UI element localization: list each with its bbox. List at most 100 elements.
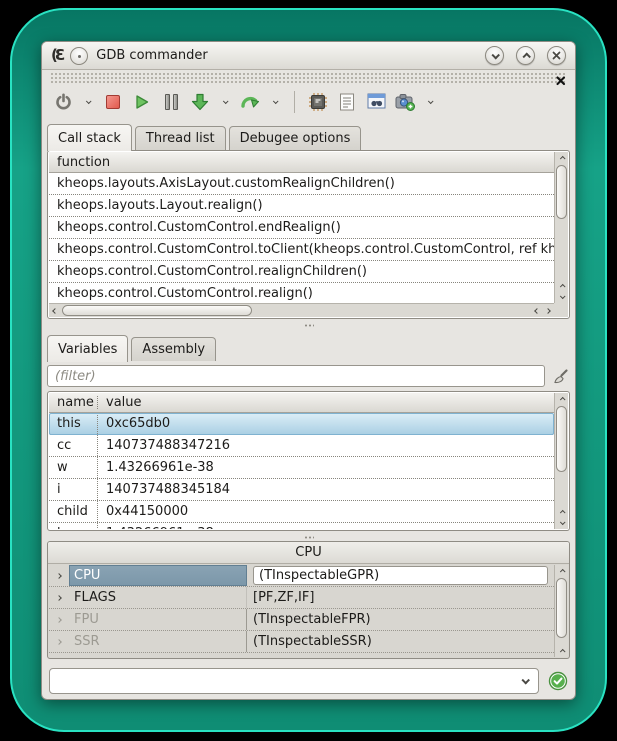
expand-chevron-icon[interactable]: [49, 587, 69, 608]
title-bar[interactable]: (Ɛ GDB commander: [42, 42, 575, 70]
power-button[interactable]: [53, 92, 73, 112]
variable-row-cc[interactable]: cc 140737488347216: [49, 435, 554, 457]
step-into-dropdown[interactable]: [219, 92, 231, 112]
register-group-name: FLAGS: [69, 587, 247, 608]
stack-frame-row[interactable]: kheops.layouts.AxisLayout.customRealignC…: [49, 173, 554, 195]
register-row-flags[interactable]: FLAGS [PF,ZF,IF]: [49, 587, 554, 609]
scroll-up-stepper[interactable]: [555, 565, 568, 577]
variable-value: 0xc65db0: [97, 413, 554, 434]
variables-vertical-scrollbar[interactable]: [554, 393, 568, 529]
register-value: (TInspectableSSR): [247, 631, 554, 652]
dock-close-button[interactable]: [555, 71, 567, 83]
maximize-button[interactable]: [516, 46, 535, 65]
cpu-inspector-button[interactable]: [308, 92, 328, 112]
variables-list: name value this 0xc65db0 cc 140737488347…: [49, 393, 554, 529]
horizontal-splitter[interactable]: [42, 531, 575, 541]
variable-name: this: [49, 413, 97, 434]
variable-row-b[interactable]: b 1.43266961e-38: [49, 523, 554, 529]
run-button[interactable]: [132, 92, 152, 112]
step-over-button[interactable]: [240, 92, 260, 112]
scrollbar-thumb[interactable]: [556, 406, 567, 472]
callstack-horizontal-scrollbar[interactable]: [49, 303, 554, 317]
variable-row-w[interactable]: w 1.43266961e-38: [49, 457, 554, 479]
filter-input[interactable]: [47, 365, 545, 387]
clear-filter-button[interactable]: [550, 366, 570, 386]
scroll-right-stepper[interactable]: [542, 304, 554, 317]
step-into-button[interactable]: [190, 92, 210, 112]
variable-name: i: [49, 479, 97, 500]
variables-panel: name value this 0xc65db0 cc 140737488347…: [47, 391, 570, 531]
close-button[interactable]: [547, 46, 566, 65]
cpu-registers-panel: CPU CPU FLAGS [PF,ZF,IF] FPU (TInspectab…: [47, 541, 570, 659]
send-command-button[interactable]: [547, 671, 568, 692]
tab-debugee-options[interactable]: Debugee options: [229, 126, 362, 150]
step-into-icon: [190, 92, 210, 112]
register-row-ssr[interactable]: SSR (TInspectableSSR): [49, 631, 554, 653]
stack-frame-row[interactable]: kheops.control.CustomControl.realignChil…: [49, 261, 554, 283]
scrollbar-thumb[interactable]: [556, 578, 567, 638]
command-input[interactable]: [50, 669, 512, 693]
variable-value: 140737488347216: [97, 435, 554, 456]
variables-column-header[interactable]: name value: [49, 393, 554, 413]
messages-button[interactable]: [337, 92, 357, 112]
watch-window-button[interactable]: [366, 92, 386, 112]
register-group-name: CPU: [69, 565, 247, 586]
scroll-up-stepper[interactable]: [555, 645, 568, 657]
register-value-editor[interactable]: [253, 566, 548, 585]
message-list-icon: [339, 93, 355, 111]
stack-frame-row[interactable]: kheops.layouts.Layout.realign(): [49, 195, 554, 217]
tab-call-stack[interactable]: Call stack: [47, 124, 132, 151]
callstack-vertical-scrollbar[interactable]: [554, 152, 568, 303]
pause-icon: [165, 94, 178, 110]
scroll-up-stepper[interactable]: [555, 393, 568, 405]
scrollbar-thumb[interactable]: [556, 165, 567, 219]
stop-icon: [106, 95, 120, 109]
callstack-column-header[interactable]: function: [49, 152, 554, 173]
expand-chevron-icon[interactable]: [49, 609, 69, 630]
tab-variables[interactable]: Variables: [47, 335, 128, 362]
step-over-icon: [240, 92, 260, 112]
tab-thread-list[interactable]: Thread list: [135, 126, 226, 150]
stack-frame-row[interactable]: kheops.control.CustomControl.endRealign(…: [49, 217, 554, 239]
variable-row-i[interactable]: i 140737488345184: [49, 479, 554, 501]
stack-frame-row[interactable]: kheops.control.CustomControl.toClient(kh…: [49, 239, 554, 261]
variable-value: 140737488345184: [97, 479, 554, 500]
cpu-vertical-scrollbar[interactable]: [554, 565, 568, 657]
register-row-fpu[interactable]: FPU (TInspectableFPR): [49, 609, 554, 631]
power-options-dropdown[interactable]: [82, 92, 94, 112]
chevron-up-icon: [522, 52, 530, 60]
variable-row-this[interactable]: this 0xc65db0: [49, 413, 554, 435]
stop-button[interactable]: [103, 92, 123, 112]
function-column-label: function: [57, 155, 110, 170]
stack-frame-row[interactable]: kheops.control.CustomControl.realign(): [49, 283, 554, 303]
step-over-dropdown[interactable]: [269, 92, 281, 112]
variable-row-child[interactable]: child 0x44150000: [49, 501, 554, 523]
shade-button[interactable]: [485, 46, 504, 65]
dock-drag-handle[interactable]: [50, 72, 567, 83]
snapshot-button[interactable]: [395, 92, 415, 112]
tab-assembly[interactable]: Assembly: [131, 337, 216, 361]
cpu-title-label: CPU: [295, 545, 321, 560]
scroll-down-stepper[interactable]: [555, 291, 568, 303]
expand-chevron-icon[interactable]: [49, 631, 69, 652]
snapshot-camera-icon: [395, 93, 415, 111]
detach-dot-button[interactable]: [70, 47, 88, 65]
chevron-down-icon: [273, 98, 279, 104]
chevron-down-icon: [86, 98, 92, 104]
scroll-up-stepper[interactable]: [555, 152, 568, 164]
variable-name: b: [49, 523, 97, 529]
scroll-down-stepper[interactable]: [555, 517, 568, 529]
cpu-chip-icon: [309, 93, 327, 111]
combo-dropdown-button[interactable]: [512, 669, 538, 693]
scrollbar-thumb[interactable]: [62, 305, 252, 316]
expand-chevron-icon[interactable]: [49, 565, 69, 586]
pause-button[interactable]: [161, 92, 181, 112]
snapshot-dropdown[interactable]: [424, 92, 436, 112]
register-row-cpu[interactable]: CPU: [49, 565, 554, 587]
scroll-left-stepper[interactable]: [49, 304, 61, 317]
horizontal-splitter[interactable]: [42, 319, 575, 331]
command-combobox[interactable]: [49, 668, 539, 694]
variables-tabbar: Variables Assembly: [47, 335, 570, 361]
window-title: GDB commander: [96, 48, 207, 63]
value-column-label: value: [97, 396, 554, 409]
